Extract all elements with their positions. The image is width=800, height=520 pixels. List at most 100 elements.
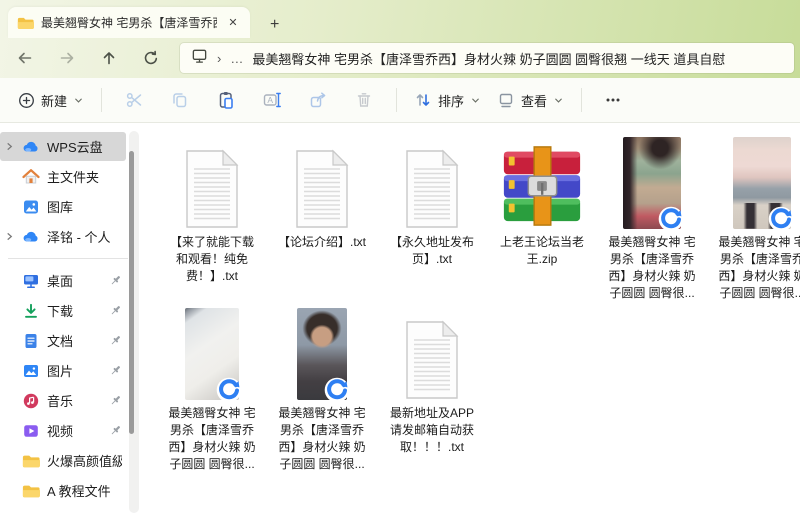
photo-thumbnail [623,137,681,229]
more-icon [604,91,622,109]
sidebar-scrollbar-thumb[interactable] [129,151,134,434]
pictures-icon [22,362,40,380]
pin-icon [108,304,122,317]
tab-bar: 最美翘臀女神 宅男杀【唐泽雪乔西】身材火辣 奶子圆圆 圆臀很翘 一线天 道具自慰… [0,0,800,38]
sidebar-item-home-folder[interactable]: 主文件夹 [0,162,126,191]
view-icon [497,91,515,109]
view-button-label: 查看 [521,91,547,110]
sidebar-item-folder-tutorial[interactable]: A 教程文件 [0,476,126,505]
new-tab-button[interactable]: + [270,17,279,33]
pin-icon [108,274,122,287]
sidebar-item-music[interactable]: 音乐 [0,386,126,415]
file-name: 最美翘臀女神 宅男杀【唐泽雪乔西】身材火辣 奶子圆圆 圆臀很... [715,234,800,302]
window-header: 最美翘臀女神 宅男杀【唐泽雪乔西】身材火辣 奶子圆圆 圆臀很翘 一线天 道具自慰… [0,0,800,78]
sidebar-item-downloads[interactable]: 下载 [0,296,126,325]
share-icon [308,90,328,110]
rename-icon: A [262,90,282,110]
home-icon [22,168,40,186]
sort-arrows-icon [414,91,432,109]
tab-title: 最美翘臀女神 宅男杀【唐泽雪乔西】身材火辣 奶子圆圆 圆臀很翘 一线天 道具自慰 [41,14,217,31]
sidebar-item-label: 图库 [47,197,122,216]
sort-button[interactable]: 排序 [406,85,489,116]
cloud-sync-badge-icon [658,206,684,232]
sidebar-item-documents[interactable]: 文档 [0,326,126,355]
sidebar-item-wps-cloud[interactable]: WPS云盘 [0,132,126,161]
video-icon [22,422,40,440]
file-item-image-1[interactable]: 最美翘臀女神 宅男杀【唐泽雪乔西】身材火辣 奶子圆圆 圆臀很... [600,133,704,302]
sidebar-scrollbar-track[interactable] [129,131,139,513]
refresh-button[interactable] [130,42,172,74]
gallery-icon [22,198,40,216]
copy-button[interactable] [157,84,203,116]
up-button[interactable] [88,42,130,74]
rename-button[interactable]: A [249,84,295,116]
sidebar-item-folder-hot[interactable]: 火爆高颜值級 [0,446,126,475]
delete-button[interactable] [341,84,387,116]
pin-icon [108,424,122,437]
file-name: 【永久地址发布页】.txt [385,234,479,268]
cut-button[interactable] [111,84,157,116]
pin-icon [108,364,122,377]
file-name: 【来了就能下载和观看！纯免费！】.txt [165,234,259,285]
sidebar-item-label: 主文件夹 [47,167,122,186]
folder-icon [22,482,40,500]
navigation-bar: › … 最美翘臀女神 宅男杀【唐泽雪乔西】身材火辣 奶子圆圆 圆臀很翘 一线天 … [0,38,800,78]
new-button[interactable]: 新建 [10,85,92,116]
folder-icon [22,452,40,470]
file-item-txt-3[interactable]: 【永久地址发布页】.txt [380,133,484,268]
folder-tab[interactable]: 最美翘臀女神 宅男杀【唐泽雪乔西】身材火辣 奶子圆圆 圆臀很翘 一线天 道具自慰… [8,7,250,38]
file-item-image-3[interactable]: 最美翘臀女神 宅男杀【唐泽雪乔西】身材火辣 奶子圆圆 圆臀很... [160,304,264,473]
text-file-icon [402,149,462,229]
file-row: 【来了就能下载和观看！纯免费！】.txt 【论坛介绍】.txt 【永久地址发布页… [160,133,800,302]
cloud-sync-badge-icon [216,377,242,403]
chevron-down-icon [73,95,84,106]
photo-thumbnail [733,137,791,229]
file-row: 最美翘臀女神 宅男杀【唐泽雪乔西】身材火辣 奶子圆圆 圆臀很... 最美翘臀女神… [160,304,800,473]
file-item-image-2[interactable]: 最美翘臀女神 宅男杀【唐泽雪乔西】身材火辣 奶子圆圆 圆臀很... [710,133,800,302]
new-button-label: 新建 [41,91,67,110]
breadcrumb-path: 最美翘臀女神 宅男杀【唐泽雪乔西】身材火辣 奶子圆圆 圆臀很翘 一线天 道具自慰 [252,49,725,68]
toolbar-divider [101,88,102,112]
sidebar-item-label: 音乐 [47,391,101,410]
share-button[interactable] [295,84,341,116]
file-item-txt-4[interactable]: 最新地址及APP请发邮箱自动获取！！！.txt [380,304,484,456]
view-button[interactable]: 查看 [489,85,572,116]
sidebar-item-label: 泽铭 - 个人 [47,227,122,246]
text-file-icon [182,149,242,229]
file-name: 上老王论坛当老王.zip [495,234,589,268]
breadcrumb-ellipsis[interactable]: … [230,51,243,66]
pin-icon [108,334,122,347]
back-button[interactable] [4,42,46,74]
file-item-zip[interactable]: 上老王论坛当老王.zip [490,133,594,268]
photo-thumbnail [185,308,239,400]
cloud-sync-badge-icon [768,206,794,232]
file-item-txt-1[interactable]: 【来了就能下载和观看！纯免费！】.txt [160,133,264,285]
file-name: 【论坛介绍】.txt [278,234,366,251]
sidebar-item-label: 下载 [47,301,101,320]
more-options-button[interactable] [591,85,635,115]
sidebar-item-videos[interactable]: 视频 [0,416,126,445]
file-name: 最美翘臀女神 宅男杀【唐泽雪乔西】身材火辣 奶子圆圆 圆臀很... [275,405,369,473]
navigation-sidebar: WPS云盘 主文件夹 图库 泽铭 - 个人 桌面 [0,123,142,520]
folder-icon [16,14,34,32]
breadcrumb-chevron-icon[interactable]: › [217,51,221,66]
sidebar-item-personal-cloud[interactable]: 泽铭 - 个人 [0,222,126,251]
close-icon[interactable]: ✕ [224,14,242,32]
forward-button[interactable] [46,42,88,74]
sidebar-item-gallery[interactable]: 图库 [0,192,126,221]
file-item-txt-2[interactable]: 【论坛介绍】.txt [270,133,374,251]
cloud-icon [22,228,40,246]
chevron-down-icon [470,95,481,106]
desktop-icon [22,272,40,290]
chevron-right-icon[interactable] [4,232,15,241]
chevron-right-icon[interactable] [4,142,15,151]
sidebar-item-desktop[interactable]: 桌面 [0,266,126,295]
sidebar-item-label: 火爆高颜值級 [47,451,122,470]
sidebar-item-label: 文档 [47,331,101,350]
sidebar-item-pictures[interactable]: 图片 [0,356,126,385]
cloud-icon [22,138,40,156]
paste-button[interactable] [203,84,249,116]
address-bar[interactable]: › … 最美翘臀女神 宅男杀【唐泽雪乔西】身材火辣 奶子圆圆 圆臀很翘 一线天 … [180,43,794,73]
circle-plus-icon [18,92,35,109]
file-item-image-4[interactable]: 最美翘臀女神 宅男杀【唐泽雪乔西】身材火辣 奶子圆圆 圆臀很... [270,304,374,473]
